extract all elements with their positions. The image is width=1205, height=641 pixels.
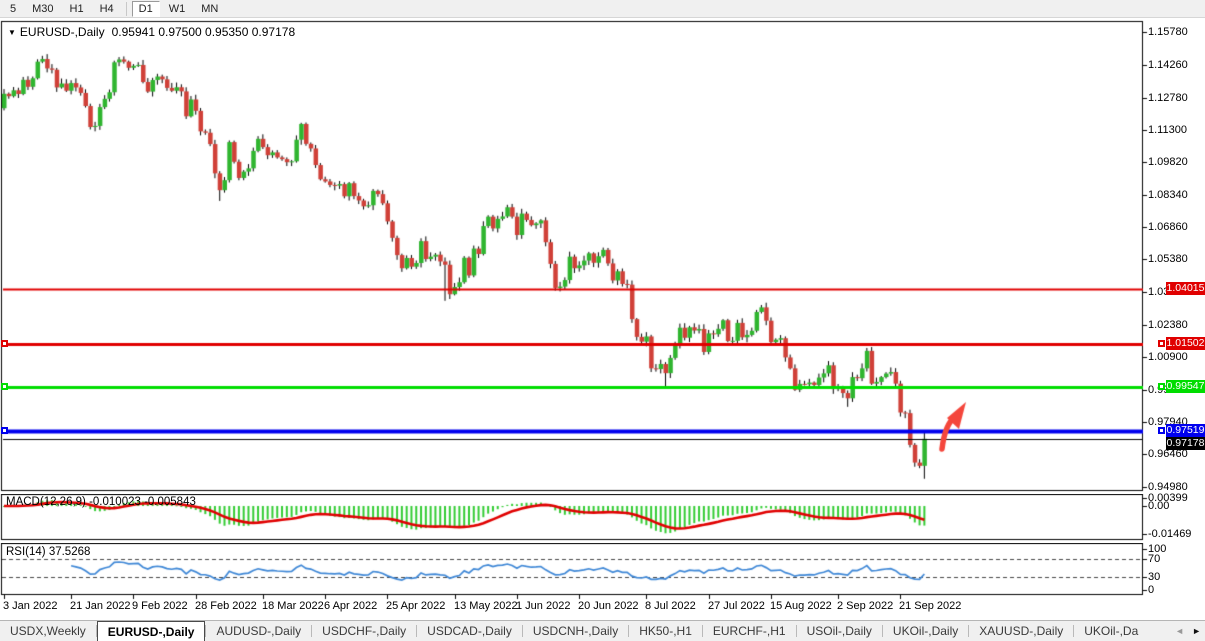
date-axis-label: 9 Feb 2022 (132, 600, 188, 612)
price-axis-tick: 1.09820 (1148, 156, 1188, 168)
price-axis-tick: 1.06860 (1148, 221, 1188, 233)
date-axis-label: 3 Jan 2022 (3, 600, 57, 612)
chart-tab-hk50-h1[interactable]: HK50-,H1 (629, 621, 702, 641)
price-axis-tick: 1.12780 (1148, 92, 1188, 104)
price-axis-tick: 1.14260 (1148, 59, 1188, 71)
chart-tab-usdcnh-daily[interactable]: USDCNH-,Daily (523, 621, 628, 641)
chart-tab-ukoil-da[interactable]: UKOil-,Da (1074, 621, 1148, 641)
date-axis-label: 6 Apr 2022 (324, 600, 377, 612)
date-axis-label: 20 Jun 2022 (578, 600, 639, 612)
price-axis-tick: 1.00900 (1148, 351, 1188, 363)
ohlc-values: 0.95941 0.97500 0.95350 0.97178 (112, 25, 296, 39)
timeframe-button-d1[interactable]: D1 (132, 1, 160, 17)
hline-drag-handle[interactable] (1, 383, 8, 390)
bid-price-tag: 0.97178 (1166, 437, 1205, 450)
price-axis-tick: 1.05380 (1148, 253, 1188, 265)
date-axis-label: 8 Jul 2022 (645, 600, 696, 612)
hline-drag-handle[interactable] (1, 427, 8, 434)
timeframe-button-mn[interactable]: MN (194, 1, 225, 17)
chart-tab-usdcad-daily[interactable]: USDCAD-,Daily (417, 621, 522, 641)
date-axis-label: 18 Mar 2022 (262, 600, 324, 612)
timeframe-button-w1[interactable]: W1 (162, 1, 193, 17)
hline-price-tag: 0.97519 (1166, 424, 1205, 437)
chart-tab-eurusd-daily[interactable]: EURUSD-,Daily (97, 621, 206, 641)
hline-drag-handle[interactable] (1158, 340, 1165, 347)
date-axis-label: 2 Sep 2022 (837, 600, 893, 612)
symbol-dropdown-icon[interactable]: ▼ (8, 28, 16, 37)
date-axis-label: 13 May 2022 (454, 600, 518, 612)
date-axis-label: 27 Jul 2022 (708, 600, 765, 612)
toolbar-divider (126, 2, 127, 16)
date-axis-label: 28 Feb 2022 (195, 600, 257, 612)
price-axis-tick: 1.08340 (1148, 189, 1188, 201)
chart-tab-eurchf-h1[interactable]: EURCHF-,H1 (703, 621, 796, 641)
chart-tab-usdchf-daily[interactable]: USDCHF-,Daily (312, 621, 416, 641)
rsi-axis-tick: 0 (1148, 584, 1154, 596)
symbol-tab-bar: USDX,WeeklyEURUSD-,DailyAUDUSD-,DailyUSD… (0, 620, 1205, 641)
date-axis-label: 21 Sep 2022 (899, 600, 961, 612)
price-axis-tick: 1.11300 (1148, 124, 1187, 136)
date-axis-label: 15 Aug 2022 (770, 600, 832, 612)
hline-drag-handle[interactable] (1158, 427, 1165, 434)
timeframe-button-m30[interactable]: M30 (25, 1, 60, 17)
rsi-axis-tick: 30 (1148, 571, 1160, 583)
hline-price-tag: 1.01502 (1166, 337, 1205, 350)
price-axis-tick: 1.15780 (1148, 26, 1188, 38)
symbol-name: EURUSD-,Daily (20, 25, 105, 39)
date-axis-label: 21 Jan 2022 (70, 600, 131, 612)
macd-label: MACD(12,26,9) -0.010023 -0.005843 (6, 496, 196, 508)
hline-drag-handle[interactable] (1, 340, 8, 347)
hline-price-tag: 0.99547 (1166, 380, 1205, 393)
chart-tab-ukoil-daily[interactable]: UKOil-,Daily (883, 621, 968, 641)
chart-tab-xauusd-daily[interactable]: XAUUSD-,Daily (969, 621, 1073, 641)
hline-price-tag: 1.04015 (1166, 282, 1205, 295)
timeframe-button-5[interactable]: 5 (3, 1, 23, 17)
hline-drag-handle[interactable] (1158, 383, 1165, 390)
chart-symbol-title[interactable]: ▼ EURUSD-,Daily 0.95941 0.97500 0.95350 0.… (8, 25, 295, 39)
timeframe-button-h4[interactable]: H4 (93, 1, 121, 17)
tab-scroll-right-icon[interactable]: ► (1188, 621, 1205, 641)
macd-axis-tick: 0.00 (1148, 500, 1169, 512)
macd-axis-tick: -0.01469 (1148, 528, 1191, 540)
rsi-axis-tick: 70 (1148, 553, 1160, 565)
rsi-indicator-canvas[interactable] (0, 543, 1205, 600)
chart-tab-usoil-daily[interactable]: USOil-,Daily (797, 621, 882, 641)
date-axis-label: 25 Apr 2022 (386, 600, 445, 612)
price-axis-tick: 1.02380 (1148, 319, 1188, 331)
candlestick-chart-canvas[interactable] (0, 17, 1205, 494)
tab-scroll-left-icon[interactable]: ◄ (1171, 621, 1188, 641)
chart-tab-usdx-weekly[interactable]: USDX,Weekly (0, 621, 96, 641)
date-axis-label: 1 Jun 2022 (516, 600, 570, 612)
chart-tab-audusd-daily[interactable]: AUDUSD-,Daily (206, 621, 311, 641)
timeframe-toolbar: 5M30H1H4 D1W1MN (0, 0, 1205, 18)
timeframe-button-h1[interactable]: H1 (63, 1, 91, 17)
rsi-label: RSI(14) 37.5268 (6, 546, 90, 558)
